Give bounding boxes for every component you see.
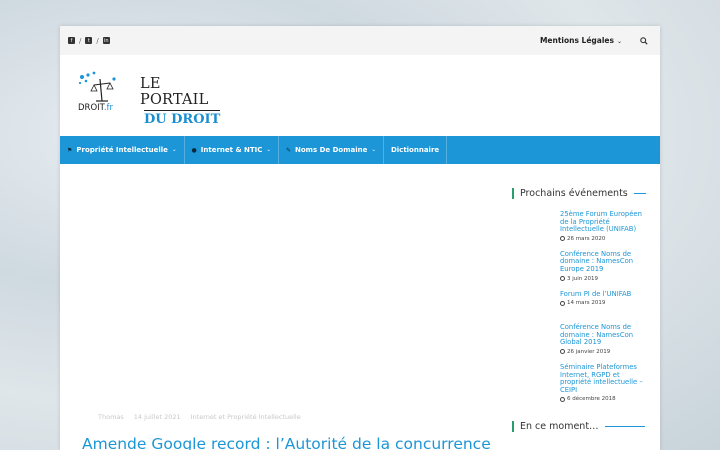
article-author[interactable]: Thomas (98, 413, 124, 421)
search-icon[interactable] (640, 36, 648, 45)
chevron-down-icon: ⌄ (171, 147, 177, 153)
sidebar-moment: En ce moment… (512, 421, 646, 432)
event-list: 25ème Forum Européen de la Propriété Int… (512, 210, 646, 402)
widget-title-line (604, 426, 645, 427)
event-link[interactable]: Forum PI de l’UNIFAB (560, 290, 646, 299)
social-links: f / t / in (68, 37, 110, 45)
clock-icon (560, 236, 565, 242)
site-header: DROIT.fr LE PORTAIL DU DROIT (60, 55, 660, 136)
nav-item-label: Propriété Intellectuelle (76, 146, 168, 154)
logo-droit-text: DROIT.fr (78, 103, 114, 113)
list-item: Conférence Noms de domaine : NamesCon Eu… (560, 250, 646, 282)
separator: / (79, 36, 82, 45)
nav-item-propriete-intellectuelle[interactable]: ⚑ Propriété Intellectuelle ⌄ (60, 136, 185, 164)
widget-accent-bar (512, 421, 514, 432)
event-date: 26 janvier 2019 (560, 349, 646, 355)
site-logo[interactable]: DROIT.fr LE PORTAIL DU DROIT (76, 71, 224, 127)
twitter-icon[interactable]: t (85, 37, 93, 44)
clock-icon (560, 276, 565, 282)
article-title-link[interactable]: Amende Google record : l’Autorité de la … (82, 435, 491, 450)
event-link[interactable]: 25ème Forum Européen de la Propriété Int… (560, 210, 646, 234)
widget-accent-bar (512, 188, 514, 199)
logo-title: LE PORTAIL DU DROIT (140, 76, 224, 127)
top-nav: Mentions Légales ⌄ (540, 26, 648, 55)
chevron-down-icon: ⌄ (616, 38, 622, 45)
chevron-down-icon: ⌄ (371, 147, 376, 153)
pen-icon: ✎ (285, 146, 292, 154)
sidebar-events: Prochains événements 25ème Forum Europée… (512, 188, 646, 411)
nav-item-label: Internet & NTIC (200, 146, 263, 154)
nav-item-noms-de-domaine[interactable]: ✎ Noms De Domaine ⌄ (279, 136, 384, 164)
nav-item-internet-ntic[interactable]: ● Internet & NTIC ⌄ (185, 136, 279, 164)
page: f / t / in Mentions Légales ⌄ DROIT.fr L… (60, 26, 660, 450)
flag-icon: ⚑ (67, 146, 73, 154)
event-link[interactable]: Conférence Noms de domaine : NamesCon Gl… (560, 323, 646, 347)
logo-line1: LE PORTAIL (140, 76, 209, 108)
nav-item-label: Noms De Domaine (295, 146, 368, 154)
event-date: 14 mars 2019 (560, 300, 646, 306)
moment-title: En ce moment… (520, 421, 599, 432)
article-meta: Thomas 14 juillet 2021 Internet et Propr… (98, 413, 301, 421)
logo-line2: DU DROIT (144, 110, 221, 127)
separator: / (96, 36, 99, 45)
event-link[interactable]: Conférence Noms de domaine : NamesCon Eu… (560, 250, 646, 274)
mentions-label: Mentions Légales (539, 36, 614, 45)
list-item: Séminaire Plateformes Internet, RGPD et … (560, 363, 646, 402)
mentions-legales-link[interactable]: Mentions Légales ⌄ (540, 36, 622, 45)
main-nav: ⚑ Propriété Intellectuelle ⌄ ● Internet … (60, 136, 660, 164)
clock-icon (560, 300, 565, 306)
widget-title: Prochains événements (512, 188, 646, 199)
events-title: Prochains événements (520, 188, 628, 199)
main-content: Thomas 14 juillet 2021 Internet et Propr… (60, 164, 660, 450)
list-item: Forum PI de l’UNIFAB 14 mars 2019 (560, 290, 646, 306)
top-bar: f / t / in Mentions Légales ⌄ (60, 26, 660, 55)
widget-title-line (633, 193, 646, 194)
list-item: 25ème Forum Européen de la Propriété Int… (560, 210, 646, 242)
bomb-icon: ● (191, 146, 197, 154)
article-category[interactable]: Internet et Propriété Intellectuelle (191, 413, 301, 421)
clock-icon (560, 349, 565, 355)
list-item: Conférence Noms de domaine : NamesCon Gl… (560, 323, 646, 355)
event-date: 26 mars 2020 (560, 236, 646, 242)
event-link[interactable]: Séminaire Plateformes Internet, RGPD et … (560, 363, 646, 394)
facebook-icon[interactable]: f (68, 37, 75, 44)
clock-icon (560, 396, 565, 402)
event-date: 3 juin 2019 (560, 276, 646, 282)
event-date: 6 décembre 2018 (560, 396, 646, 402)
nav-item-dictionnaire[interactable]: Dictionnaire (384, 136, 448, 164)
article-date: 14 juillet 2021 (133, 413, 181, 421)
linkedin-icon[interactable]: in (102, 37, 110, 44)
nav-item-label: Dictionnaire (390, 146, 440, 154)
widget-title: En ce moment… (512, 421, 646, 432)
chevron-down-icon: ⌄ (266, 147, 271, 153)
